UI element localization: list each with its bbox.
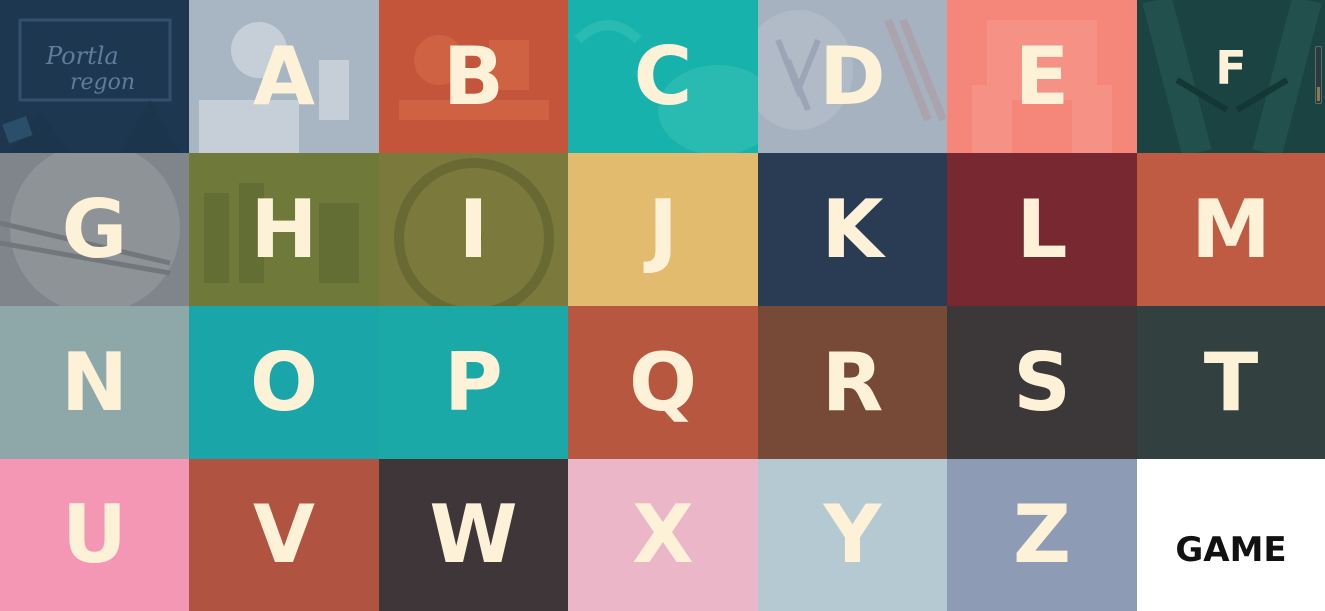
letter-label: B <box>443 29 504 123</box>
letter-label: O <box>249 335 318 429</box>
tile-letter-v[interactable]: V <box>189 459 379 611</box>
tile-letter-p[interactable]: P <box>379 306 568 459</box>
scrollbar-thumb[interactable] <box>1315 46 1322 104</box>
letter-label: N <box>61 335 128 429</box>
tile-letter-f[interactable]: F <box>1137 0 1325 153</box>
tile-letter-j[interactable]: J <box>568 153 758 306</box>
tile-letter-y[interactable]: Y <box>758 459 947 611</box>
tile-letter-m[interactable]: M <box>1137 153 1325 306</box>
alphabet-grid: Portla regon A B C D E F G H I J K L M N… <box>0 0 1325 611</box>
letter-label: W <box>429 488 518 581</box>
tile-letter-c[interactable]: C <box>568 0 758 153</box>
letter-label: F <box>1215 40 1247 95</box>
letter-label: G <box>61 182 128 276</box>
letter-label: Q <box>628 335 697 429</box>
letter-label: M <box>1191 182 1271 276</box>
tile-letter-h[interactable]: H <box>189 153 379 306</box>
tile-letter-q[interactable]: Q <box>568 306 758 459</box>
tile-letter-i[interactable]: I <box>379 153 568 306</box>
sign-text-oregon: regon <box>70 70 136 95</box>
letter-label: J <box>648 182 678 276</box>
letter-label: R <box>821 335 884 429</box>
tile-letter-r[interactable]: R <box>758 306 947 459</box>
tile-letter-u[interactable]: U <box>0 459 189 611</box>
tile-portland-oregon[interactable]: Portla regon <box>0 0 189 153</box>
tile-letter-z[interactable]: Z <box>947 459 1137 611</box>
tile-letter-k[interactable]: K <box>758 153 947 306</box>
letter-label: Y <box>823 488 882 581</box>
letter-label: E <box>1014 29 1070 123</box>
letter-label: K <box>821 182 884 276</box>
tile-letter-a[interactable]: A <box>189 0 379 153</box>
game-label: GAME <box>1175 530 1287 570</box>
sign-text-portland: Portla <box>46 42 119 70</box>
letter-label: A <box>253 29 315 123</box>
letter-label: V <box>253 488 315 581</box>
tile-letter-w[interactable]: W <box>379 459 568 611</box>
tile-letter-x[interactable]: X <box>568 459 758 611</box>
letter-label: L <box>1016 182 1068 276</box>
letter-label: D <box>819 29 886 123</box>
tile-letter-o[interactable]: O <box>189 306 379 459</box>
tile-letter-e[interactable]: E <box>947 0 1137 153</box>
letter-label: S <box>1013 335 1071 429</box>
letter-label: I <box>458 182 489 276</box>
letter-label: C <box>633 29 693 123</box>
letter-label: U <box>62 488 127 581</box>
tile-letter-t[interactable]: T <box>1137 306 1325 459</box>
tile-letter-g[interactable]: G <box>0 153 189 306</box>
tile-letter-s[interactable]: S <box>947 306 1137 459</box>
letter-label: X <box>632 488 694 581</box>
letter-label: H <box>250 182 318 276</box>
game-button[interactable]: GAME <box>1137 459 1325 611</box>
tile-letter-d[interactable]: D <box>758 0 947 153</box>
tile-letter-b[interactable]: B <box>379 0 568 153</box>
letter-label: P <box>444 335 503 429</box>
tile-letter-n[interactable]: N <box>0 306 189 459</box>
tile-letter-l[interactable]: L <box>947 153 1137 306</box>
letter-label: Z <box>1012 488 1071 581</box>
letter-label: T <box>1203 335 1259 429</box>
